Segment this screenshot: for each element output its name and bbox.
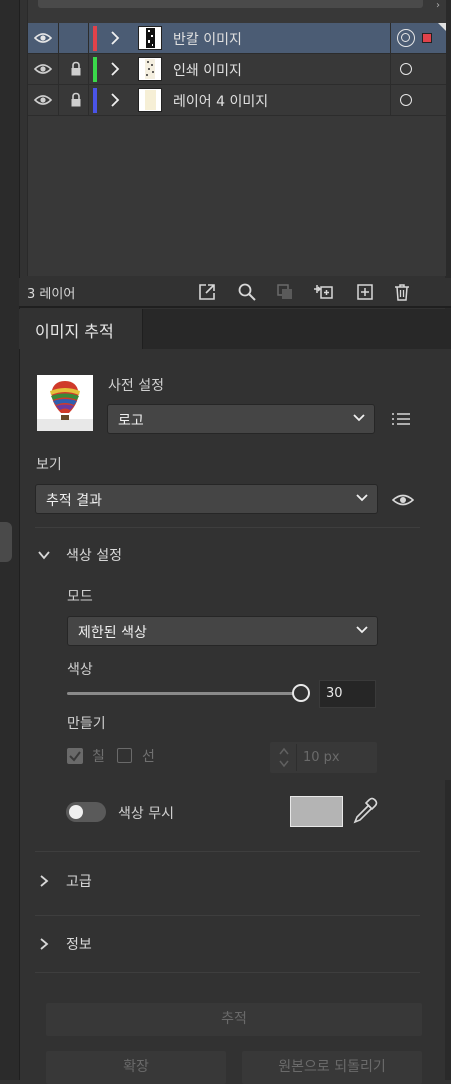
check-icon — [69, 751, 81, 762]
preset-value: 로고 — [118, 413, 144, 429]
layers-panel: › 반칼 이미지 인쇄 이미지 레이어 4 이미지 — [27, 0, 446, 276]
layer-name: 레이어 4 이미지 — [173, 94, 269, 110]
layer-name: 반칼 이미지 — [173, 32, 242, 48]
panel-scrollbar[interactable] — [445, 780, 451, 1080]
chevron-right-icon[interactable] — [110, 31, 120, 45]
new-layer-icon[interactable] — [355, 282, 375, 302]
target-icon[interactable] — [397, 29, 415, 47]
divider — [35, 527, 420, 528]
layers-topbar: › — [28, 0, 446, 22]
view-dropdown[interactable]: 추적 결과 — [35, 484, 378, 514]
layer-thumbnail — [138, 57, 162, 81]
chevron-right-icon — [40, 938, 49, 950]
selection-corner-marker — [438, 23, 446, 31]
mode-dropdown[interactable]: 제한된 색상 — [67, 616, 378, 646]
eye-icon[interactable] — [34, 94, 52, 106]
preset-thumbnail — [37, 375, 93, 431]
revert-button[interactable]: 원본으로 되돌리기 — [242, 1051, 422, 1084]
layer-thumbnail — [138, 88, 162, 112]
chevron-right-icon[interactable]: › — [436, 0, 440, 11]
mode-value: 제한된 색상 — [78, 625, 147, 641]
stroke-width-stepper: 10 px — [270, 742, 377, 773]
divider — [35, 915, 420, 916]
selection-indicator[interactable] — [422, 33, 432, 43]
section-title: 색상 설정 — [66, 548, 122, 564]
trace-button[interactable]: 추적 — [46, 1003, 422, 1036]
expand-button[interactable]: 확장 — [46, 1051, 226, 1084]
eyedropper-icon[interactable] — [352, 797, 378, 825]
ignore-color-swatch[interactable] — [290, 796, 343, 827]
colors-slider-track[interactable] — [67, 692, 300, 695]
chevron-right-icon — [40, 875, 49, 887]
tab-image-trace[interactable]: 이미지 추적 — [19, 309, 143, 349]
chevron-down-icon — [353, 414, 365, 422]
tab-label: 이미지 추적 — [35, 322, 114, 341]
chevron-down-icon — [356, 626, 368, 634]
colors-label: 색상 — [67, 662, 93, 678]
mode-label: 모드 — [67, 589, 93, 605]
layer-row-2[interactable]: 인쇄 이미지 — [28, 54, 446, 85]
layers-footer: 3 레이어 — [19, 278, 451, 308]
layer-color-blue — [93, 88, 97, 113]
stroke-width-value: 10 px — [303, 750, 340, 765]
fill-checkbox — [67, 748, 83, 764]
eye-icon[interactable] — [392, 493, 414, 507]
eye-icon[interactable] — [34, 32, 52, 44]
chevron-right-icon[interactable] — [110, 93, 120, 107]
section-title: 정보 — [66, 937, 92, 953]
layer-row-3[interactable]: 레이어 4 이미지 — [28, 85, 446, 116]
left-dock-strip — [0, 0, 20, 1080]
preset-label: 사전 설정 — [108, 378, 164, 394]
panel-tabbar: 이미지 추적 — [19, 309, 451, 349]
layer-color-green — [93, 57, 97, 82]
layer-thumbnail — [138, 26, 162, 50]
view-label: 보기 — [36, 457, 62, 473]
ignore-color-label: 색상 무시 — [118, 806, 174, 822]
target-icon[interactable] — [400, 63, 412, 75]
clipping-mask-icon — [277, 284, 292, 299]
lock-icon[interactable] — [70, 61, 82, 77]
layer-count: 3 레이어 — [27, 287, 76, 302]
stepper-arrows-icon — [279, 747, 289, 768]
create-label: 만들기 — [67, 716, 106, 732]
chevron-down-icon — [38, 551, 50, 560]
lock-icon[interactable] — [70, 92, 82, 108]
view-value: 추적 결과 — [46, 493, 102, 509]
layers-search-field[interactable] — [38, 0, 423, 8]
section-title: 고급 — [66, 874, 92, 890]
chevron-down-icon — [356, 494, 368, 502]
target-icon[interactable] — [400, 94, 412, 106]
eye-icon[interactable] — [34, 63, 52, 75]
divider — [35, 851, 420, 852]
colors-value: 30 — [326, 686, 343, 701]
colors-input[interactable]: 30 — [319, 680, 376, 708]
colors-slider-thumb[interactable] — [292, 684, 310, 702]
stroke-checkbox — [117, 748, 132, 763]
search-icon[interactable] — [237, 282, 257, 302]
trash-icon[interactable] — [392, 282, 412, 302]
layer-color-red — [93, 26, 97, 51]
preset-list-icon[interactable] — [391, 411, 411, 427]
divider — [35, 972, 420, 973]
move-to-layer-icon[interactable] — [313, 282, 333, 302]
dock-resize-handle[interactable] — [0, 522, 12, 562]
layer-name: 인쇄 이미지 — [173, 63, 242, 79]
chevron-right-icon[interactable] — [110, 62, 120, 76]
fill-label: 칠 — [92, 749, 105, 765]
layer-row-1[interactable]: 반칼 이미지 — [28, 23, 446, 54]
stroke-label: 선 — [142, 749, 155, 765]
ignore-color-toggle[interactable] — [66, 802, 106, 822]
preset-dropdown[interactable]: 로고 — [107, 404, 375, 434]
export-icon[interactable] — [197, 282, 217, 302]
